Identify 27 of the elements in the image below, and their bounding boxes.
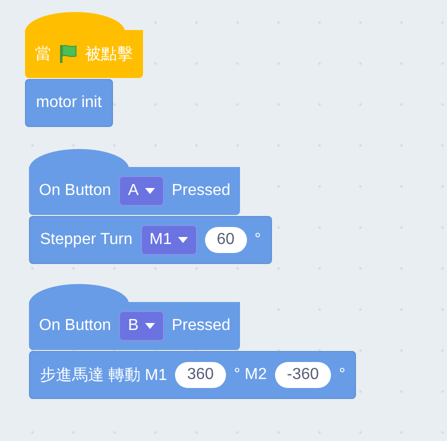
block-label: 被點擊 xyxy=(85,44,133,64)
command-block[interactable]: Stepper Turn M1 60 ° xyxy=(29,216,272,264)
caret-icon xyxy=(178,237,188,243)
block-label: Stepper Turn xyxy=(40,231,132,249)
dropdown[interactable]: M1 xyxy=(140,225,197,255)
command-block[interactable]: motor init xyxy=(25,79,113,127)
block-label: Pressed xyxy=(172,317,230,335)
number-input[interactable]: 360 xyxy=(175,362,226,388)
block-label: Pressed xyxy=(172,182,230,200)
block-label: ° xyxy=(254,231,261,249)
hat-block[interactable]: On Button B Pressed xyxy=(29,284,240,350)
hat-block[interactable]: On Button A Pressed xyxy=(29,149,240,215)
block-label: ° xyxy=(338,366,346,384)
block-label: 步進馬達 轉動 M1 xyxy=(40,366,168,386)
command-block[interactable]: 步進馬達 轉動 M1 360 ° M2 -360 ° xyxy=(29,351,356,399)
dropdown[interactable]: B xyxy=(119,311,164,341)
block-label: On Button xyxy=(39,317,112,335)
dropdown[interactable]: A xyxy=(119,176,164,206)
caret-icon xyxy=(144,188,155,194)
block-label: ° M2 xyxy=(234,366,267,384)
block-label: 當 xyxy=(35,44,51,64)
number-input[interactable]: -360 xyxy=(274,362,331,388)
number-input[interactable]: 60 xyxy=(204,227,247,253)
flag-icon xyxy=(59,44,77,64)
caret-icon xyxy=(144,323,155,329)
block-label: motor init xyxy=(36,94,102,112)
block-label: On Button xyxy=(39,182,112,200)
